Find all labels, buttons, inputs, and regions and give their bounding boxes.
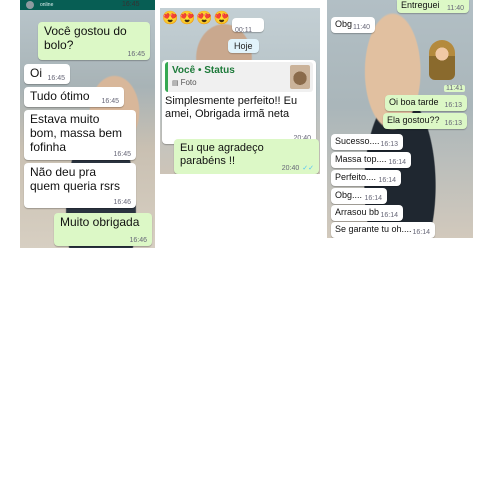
- message-bubble[interactable]: Obg 11:40: [331, 17, 375, 33]
- quoted-status[interactable]: Você • Status ▤ Foto: [165, 62, 313, 92]
- message-time: 16:45: [47, 75, 65, 82]
- quoted-status-type-label: Foto: [180, 78, 197, 87]
- contact-status: online: [40, 2, 54, 8]
- message-time: 11:40: [447, 5, 464, 12]
- message-bubble[interactable]: Se garante tu oh.... 16:14: [331, 222, 435, 238]
- message-bubble[interactable]: Obg.... 16:14: [331, 188, 387, 204]
- emoji-message[interactable]: 😍😍😍😍: [162, 10, 231, 26]
- message-bubble[interactable]: Entreguei 11:40: [397, 0, 469, 13]
- message-bubble[interactable]: Muito obrigada 16:46: [54, 213, 152, 246]
- message-bubble[interactable]: Estava muito bom, massa bem fofinha 16:4…: [24, 110, 136, 160]
- message-time: 16:14: [388, 159, 406, 166]
- message-time: 16:14: [364, 195, 382, 202]
- date-divider-label: Hoje: [234, 41, 253, 51]
- message-bubble[interactable]: Perfeito.... 16:14: [331, 170, 401, 186]
- sticker-message[interactable]: 11:41: [425, 38, 467, 92]
- message-text: Você gostou do bolo?: [44, 24, 127, 52]
- photo-icon: ▤: [172, 80, 181, 87]
- status-thumbnail: [290, 65, 310, 89]
- message-time: 16:14: [378, 177, 396, 184]
- message-time: 16:13: [444, 102, 462, 109]
- message-time: 16:45: [101, 98, 119, 105]
- date-divider: Hoje: [228, 39, 259, 53]
- nun-sticker-icon: [429, 40, 455, 80]
- message-text: Não deu pra quem queria rsrs: [30, 165, 121, 193]
- message-bubble[interactable]: Ela gostou?? 16:13: [383, 113, 467, 129]
- message-time: 16:45: [127, 51, 145, 58]
- chat-header[interactable]: online 16:45: [20, 0, 155, 10]
- message-time: 16:14: [380, 212, 398, 219]
- message-time: 20:40 ✓✓: [282, 164, 314, 172]
- message-bubble[interactable]: Você gostou do bolo? 16:45: [38, 22, 150, 60]
- message-time: 16:13: [444, 120, 462, 127]
- chat-screenshot-3: Entreguei 11:40 Obg 11:40 11:41 Oi boa t…: [327, 0, 473, 238]
- read-ticks-icon: ✓✓: [302, 165, 314, 172]
- message-time: 00:11: [235, 27, 252, 34]
- message-bubble[interactable]: Arrasou bb 16:14: [331, 205, 403, 221]
- message-time-text: 20:40: [281, 165, 300, 172]
- message-text: Estava muito bom, massa bem fofinha: [30, 112, 123, 154]
- message-time: 11:40: [353, 24, 370, 31]
- message-bubble[interactable]: Não deu pra quem queria rsrs 16:46: [24, 163, 136, 208]
- message-bubble[interactable]: Massa top.... 16:14: [331, 152, 411, 168]
- message-bubble[interactable]: Oi boa tarde 16:13: [385, 95, 467, 111]
- message-bubble[interactable]: 00:11: [232, 18, 264, 34]
- message-time: 11:41: [444, 85, 465, 92]
- status-reply-bubble[interactable]: Você • Status ▤ Foto Simplesmente perfei…: [162, 60, 316, 144]
- message-bubble[interactable]: Oi 16:45: [24, 64, 70, 84]
- message-time: 16:46: [113, 199, 131, 206]
- message-time: 16:45: [113, 151, 131, 158]
- quoted-status-type: ▤ Foto: [172, 78, 309, 87]
- chat-screenshot-1: online 16:45 Você gostou do bolo? 16:45 …: [20, 0, 155, 248]
- chat-screenshot-2: 😍😍😍😍 00:11 Hoje Você • Status ▤ Foto Sim…: [160, 8, 320, 174]
- message-time: 16:13: [380, 141, 398, 148]
- message-time-text: 16:45: [127, 51, 145, 58]
- message-bubble[interactable]: Eu que agradeço parabéns !! 20:40 ✓✓: [174, 139, 319, 174]
- contact-avatar[interactable]: [26, 1, 34, 9]
- emoji-text: 😍😍😍😍: [162, 10, 231, 25]
- quoted-status-title: Você • Status: [172, 65, 235, 76]
- header-time: 16:45: [122, 1, 140, 8]
- message-text: Muito obrigada: [60, 215, 140, 229]
- message-bubble[interactable]: Tudo ótimo 16:45: [24, 87, 124, 107]
- message-text: Simplesmente perfeito!! Eu amei, Obrigad…: [165, 95, 298, 120]
- message-time: 16:14: [412, 229, 430, 236]
- message-time: 16:46: [129, 237, 147, 244]
- message-bubble[interactable]: Sucesso.... 16:13: [331, 134, 403, 150]
